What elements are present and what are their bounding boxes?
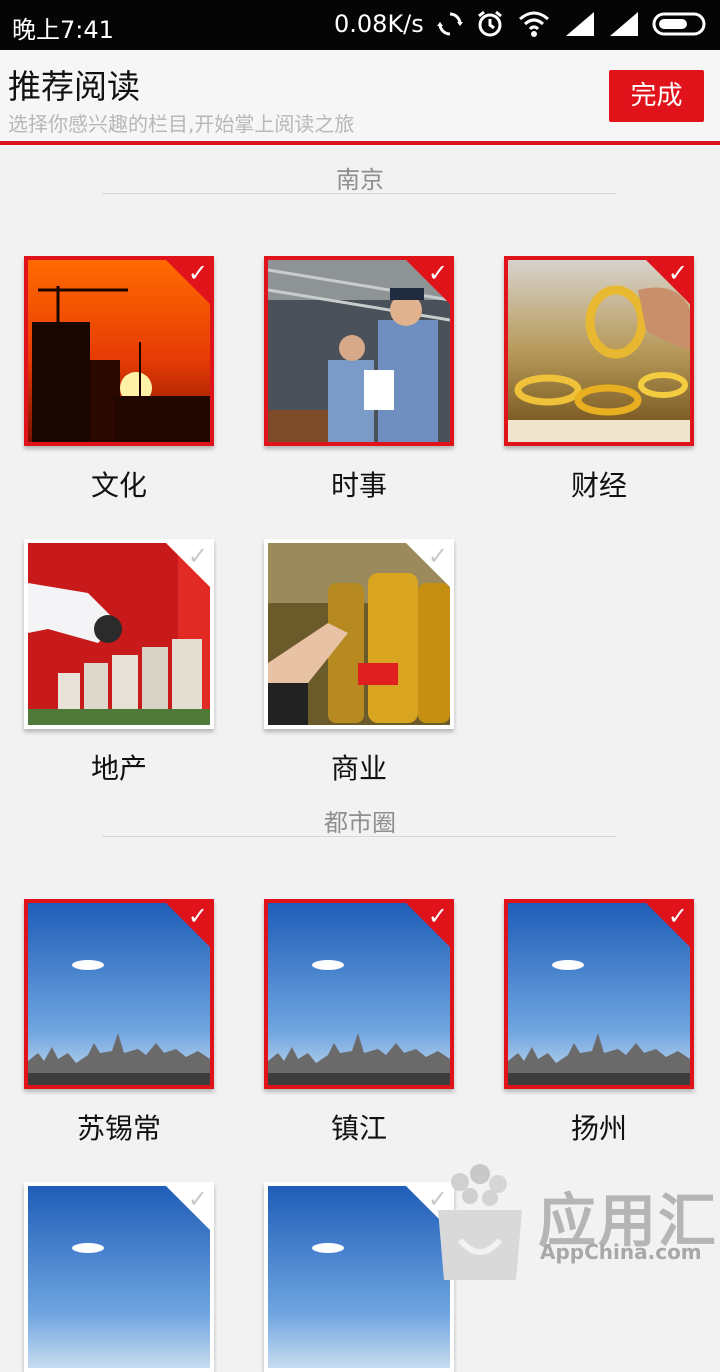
section-divider — [102, 193, 616, 194]
category-tile-yangzhou[interactable]: ✓ 扬州 — [504, 899, 694, 1147]
wifi-icon — [519, 11, 549, 37]
category-image-frame[interactable]: ✓ — [264, 1182, 454, 1372]
section-title-metro: 都市圈 — [324, 809, 396, 837]
category-label: 镇江 — [330, 1112, 387, 1145]
page-title: 推荐阅读 — [8, 67, 140, 106]
header-divider — [0, 141, 720, 145]
shopping-bag-logo-icon — [438, 1164, 522, 1280]
category-tile-5[interactable]: ✓ — [264, 1182, 454, 1372]
category-image-frame[interactable]: ✓ — [24, 899, 214, 1089]
appchina-watermark: 应用汇 AppChina.com — [430, 1160, 720, 1280]
page-subtitle: 选择你感兴趣的栏目,开始掌上阅读之旅 — [8, 112, 355, 136]
category-image-frame[interactable]: ✓ — [264, 256, 454, 446]
category-image-frame[interactable]: ✓ — [24, 539, 214, 729]
category-label: 文化 — [90, 469, 147, 502]
status-time: 晚上7:41 — [12, 16, 114, 44]
check-icon: ✓ — [187, 902, 208, 930]
category-tile-4[interactable]: ✓ — [24, 1182, 214, 1372]
status-bar: 晚上7:41 0.08K/s — [0, 0, 720, 50]
section-title-nanjing: 南京 — [336, 166, 384, 194]
check-icon: ✓ — [427, 542, 448, 570]
category-image-frame[interactable]: ✓ — [24, 256, 214, 446]
check-icon: ✓ — [427, 902, 448, 930]
category-image-frame[interactable]: ✓ — [504, 256, 694, 446]
section-divider — [102, 836, 616, 837]
category-label: 时事 — [330, 469, 387, 502]
category-image-frame[interactable]: ✓ — [24, 1182, 214, 1372]
category-image-frame[interactable]: ✓ — [504, 899, 694, 1089]
check-icon: ✓ — [187, 542, 208, 570]
category-tile-zhenjiang[interactable]: ✓ 镇江 — [264, 899, 454, 1147]
category-label: 商业 — [330, 752, 387, 785]
alarm-icon — [478, 10, 502, 37]
category-image-frame[interactable]: ✓ — [264, 899, 454, 1089]
category-label: 扬州 — [570, 1112, 627, 1145]
signal-icon-2 — [610, 12, 638, 36]
category-label: 苏锡常 — [76, 1112, 161, 1145]
category-tile-finance[interactable]: ✓ 财经 — [504, 256, 694, 504]
battery-icon — [652, 12, 706, 36]
network-speed: 0.08K/s — [334, 10, 424, 38]
done-button[interactable]: 完成 — [609, 70, 704, 122]
check-icon: ✓ — [667, 902, 688, 930]
category-label: 财经 — [570, 469, 627, 502]
watermark-domain: AppChina.com — [540, 1240, 702, 1264]
category-label: 地产 — [90, 752, 147, 785]
signal-icon — [566, 12, 594, 36]
category-tile-current-affairs[interactable]: ✓ 时事 — [264, 256, 454, 504]
sync-icon — [437, 12, 463, 36]
category-tile-suxichang[interactable]: ✓ 苏锡常 — [24, 899, 214, 1147]
check-icon: ✓ — [667, 259, 688, 287]
category-tile-real-estate[interactable]: ✓ 地产 — [24, 539, 214, 787]
header: 推荐阅读 选择你感兴趣的栏目,开始掌上阅读之旅 完成 — [0, 50, 720, 141]
check-icon: ✓ — [187, 1185, 208, 1213]
check-icon: ✓ — [427, 259, 448, 287]
check-icon: ✓ — [187, 259, 208, 287]
category-tile-culture[interactable]: ✓ 文化 — [24, 256, 214, 504]
category-image-frame[interactable]: ✓ — [264, 539, 454, 729]
category-tile-business[interactable]: ✓ 商业 — [264, 539, 454, 787]
